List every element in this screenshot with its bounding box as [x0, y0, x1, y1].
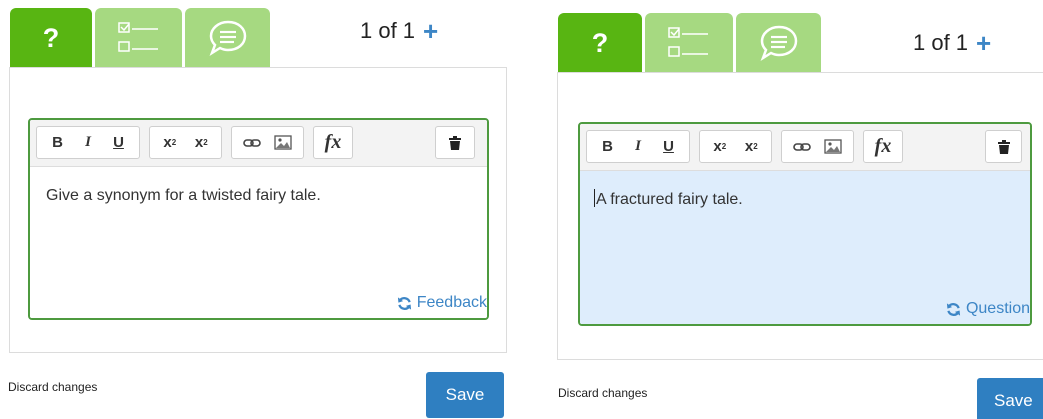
- script-group: x2 x2: [149, 126, 222, 159]
- editor-toolbar: B I U x2 x2 fx: [580, 124, 1030, 171]
- delete-group: [435, 126, 475, 159]
- link-icon[interactable]: [792, 141, 811, 153]
- save-button[interactable]: Save: [426, 372, 504, 418]
- rich-text-editor: B I U x2 x2 fx: [28, 118, 489, 320]
- formula-group: fx: [313, 126, 353, 159]
- switch-to-feedback-link[interactable]: Feedback: [397, 294, 487, 312]
- editor-content-area[interactable]: Give a synonym for a twisted fairy tale.…: [30, 167, 487, 318]
- editor-text: A fractured fairy tale.: [596, 191, 743, 209]
- card-editor-right: ? 1 of 1 + B I U x2 x 2 fx A fractured f…: [550, 0, 1043, 419]
- speech-bubble-icon: [209, 20, 246, 57]
- editor-text: Give a synonym for a twisted fairy tale.: [46, 187, 321, 204]
- insert-group: [231, 126, 304, 159]
- question-mark-icon: ?: [42, 22, 60, 53]
- card-counter: 1 of 1 +: [360, 18, 438, 44]
- tab-answer-choices[interactable]: [95, 8, 182, 68]
- subscript-icon[interactable]: x2: [745, 138, 758, 155]
- italic-button[interactable]: I: [85, 134, 91, 151]
- speech-bubble-icon: [760, 25, 797, 62]
- tab-feedback[interactable]: [736, 13, 821, 73]
- tab-feedback[interactable]: [185, 8, 270, 68]
- switch-to-question-link[interactable]: Question: [946, 300, 1030, 318]
- card-counter-text: 1 of 1: [360, 18, 416, 43]
- script-group: x2 x2: [699, 130, 772, 163]
- save-button[interactable]: Save: [977, 378, 1043, 419]
- refresh-icon: [397, 296, 411, 310]
- trash-icon[interactable]: [449, 135, 461, 150]
- subscript-icon[interactable]: x2: [195, 134, 208, 151]
- discard-changes-link[interactable]: Discard changes: [8, 380, 97, 394]
- editor-text-wrapper: A fractured fairy tale.: [594, 189, 743, 209]
- formula-group: fx: [863, 130, 903, 163]
- format-group: B I U: [586, 130, 690, 163]
- underline-button[interactable]: U: [113, 134, 124, 151]
- editor-content-area[interactable]: A fractured fairy tale. Question: [580, 171, 1030, 324]
- editor-toolbar: B I U x2 x2 fx: [30, 120, 487, 167]
- superscript-icon[interactable]: x2: [713, 138, 726, 155]
- switch-link-label: Question: [965, 300, 1030, 317]
- insert-group: [781, 130, 854, 163]
- format-group: B I U: [36, 126, 140, 159]
- superscript-icon[interactable]: x2: [163, 134, 176, 151]
- card-editor-left: ? 1 of 1 + B I U x2 x 2 fx Give a synony…: [0, 0, 520, 419]
- plus-icon[interactable]: +: [423, 18, 438, 44]
- card-counter: 1 of 1 +: [913, 30, 991, 56]
- bold-button[interactable]: B: [52, 134, 63, 151]
- link-icon[interactable]: [242, 137, 261, 149]
- trash-icon[interactable]: [997, 139, 1010, 154]
- image-icon[interactable]: [274, 135, 292, 150]
- delete-group: [985, 130, 1022, 163]
- formula-button[interactable]: fx: [325, 131, 342, 154]
- bold-button[interactable]: B: [602, 138, 613, 155]
- checklist-icon: [117, 22, 158, 52]
- tab-answer-choices[interactable]: [645, 13, 733, 73]
- plus-icon[interactable]: +: [976, 30, 991, 56]
- checklist-icon: [668, 27, 708, 57]
- card-counter-text: 1 of 1: [913, 30, 969, 55]
- refresh-icon: [946, 302, 961, 316]
- underline-button[interactable]: U: [663, 138, 674, 155]
- text-cursor: [594, 189, 595, 207]
- question-mark-icon: ?: [591, 27, 609, 58]
- switch-link-label: Feedback: [416, 294, 487, 311]
- tab-question[interactable]: ?: [10, 8, 92, 68]
- tab-question[interactable]: ?: [558, 13, 642, 73]
- discard-changes-link[interactable]: Discard changes: [558, 386, 647, 400]
- italic-button[interactable]: I: [635, 138, 641, 155]
- rich-text-editor: B I U x2 x2 fx: [578, 122, 1032, 326]
- image-icon[interactable]: [824, 139, 842, 154]
- formula-button[interactable]: fx: [875, 135, 892, 158]
